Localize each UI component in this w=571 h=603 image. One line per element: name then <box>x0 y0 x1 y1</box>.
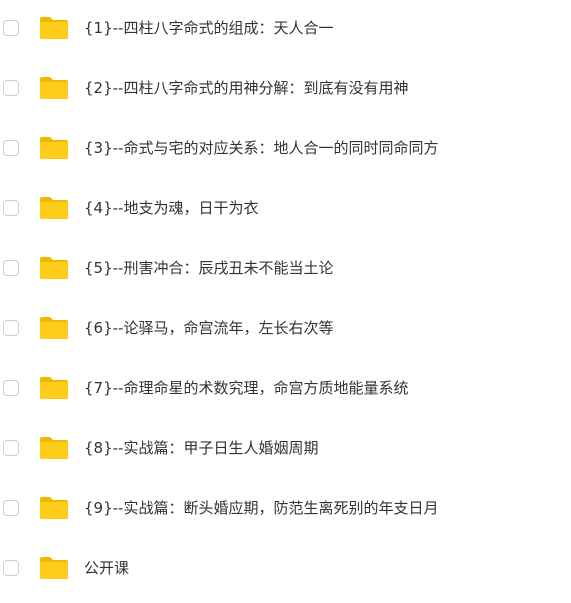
folder-icon <box>38 316 70 340</box>
folder-icon <box>38 496 70 520</box>
folder-row[interactable]: {4}--地支为魂，日干为衣 <box>0 191 571 225</box>
row-checkbox[interactable] <box>3 500 19 516</box>
file-list: {1}--四柱八字命式的组成：天人合一 {2}--四柱八字命式的用神分解：到底有… <box>0 0 571 603</box>
folder-name[interactable]: {9}--实战篇：断头婚应期，防范生离死别的年支日月 <box>84 498 438 518</box>
row-checkbox[interactable] <box>3 320 19 336</box>
row-checkbox[interactable] <box>3 80 19 96</box>
folder-name[interactable]: {1}--四柱八字命式的组成：天人合一 <box>84 18 333 38</box>
folder-icon <box>38 136 70 160</box>
folder-name[interactable]: {8}--实战篇：甲子日生人婚姻周期 <box>84 438 318 458</box>
folder-row[interactable]: {9}--实战篇：断头婚应期，防范生离死别的年支日月 <box>0 491 571 525</box>
row-checkbox[interactable] <box>3 200 19 216</box>
folder-row[interactable]: {7}--命理命星的术数究理，命宫方质地能量系统 <box>0 371 571 405</box>
folder-icon <box>38 256 70 280</box>
folder-row[interactable]: {1}--四柱八字命式的组成：天人合一 <box>0 11 571 45</box>
folder-name[interactable]: 公开课 <box>84 558 129 578</box>
row-checkbox[interactable] <box>3 380 19 396</box>
folder-row[interactable]: {8}--实战篇：甲子日生人婚姻周期 <box>0 431 571 465</box>
folder-icon <box>38 76 70 100</box>
folder-row[interactable]: {3}--命式与宅的对应关系：地人合一的同时同命同方 <box>0 131 571 165</box>
folder-row[interactable]: {5}--刑害冲合：辰戌丑未不能当土论 <box>0 251 571 285</box>
folder-name[interactable]: {2}--四柱八字命式的用神分解：到底有没有用神 <box>84 78 408 98</box>
folder-icon <box>38 436 70 460</box>
row-checkbox[interactable] <box>3 20 19 36</box>
folder-row[interactable]: {2}--四柱八字命式的用神分解：到底有没有用神 <box>0 71 571 105</box>
row-checkbox[interactable] <box>3 440 19 456</box>
folder-icon <box>38 196 70 220</box>
folder-row[interactable]: {6}--论驿马，命宫流年，左长右次等 <box>0 311 571 345</box>
folder-name[interactable]: {4}--地支为魂，日干为衣 <box>84 198 258 218</box>
folder-icon <box>38 556 70 580</box>
folder-icon <box>38 16 70 40</box>
folder-name[interactable]: {3}--命式与宅的对应关系：地人合一的同时同命同方 <box>84 138 438 158</box>
row-checkbox[interactable] <box>3 260 19 276</box>
row-checkbox[interactable] <box>3 560 19 576</box>
folder-name[interactable]: {5}--刑害冲合：辰戌丑未不能当土论 <box>84 258 333 278</box>
row-checkbox[interactable] <box>3 140 19 156</box>
folder-row[interactable]: 公开课 <box>0 551 571 585</box>
folder-name[interactable]: {6}--论驿马，命宫流年，左长右次等 <box>84 318 333 338</box>
folder-icon <box>38 376 70 400</box>
folder-name[interactable]: {7}--命理命星的术数究理，命宫方质地能量系统 <box>84 378 408 398</box>
